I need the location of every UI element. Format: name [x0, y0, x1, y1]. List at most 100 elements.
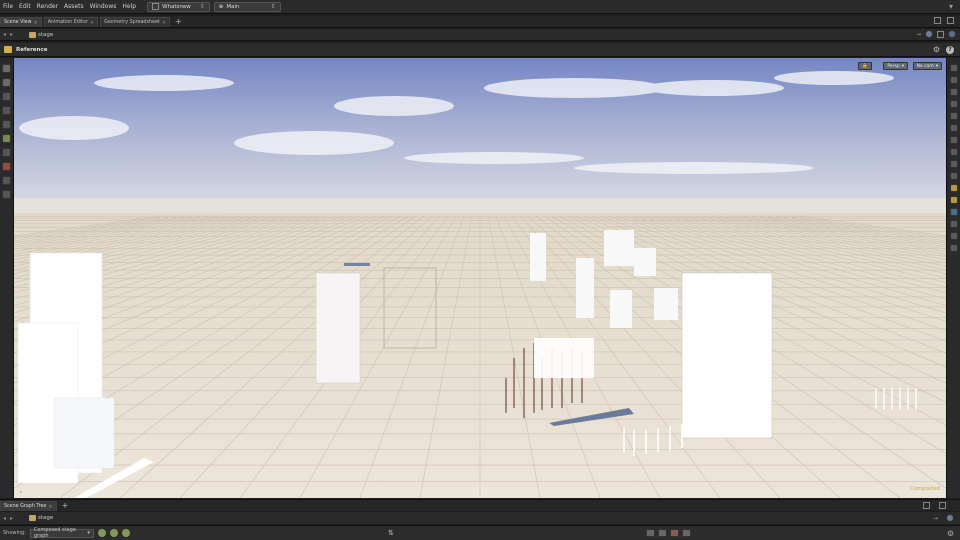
- snap-icon[interactable]: [949, 124, 958, 132]
- link-icon[interactable]: [925, 30, 933, 38]
- rotate-tool-icon[interactable]: [2, 106, 11, 115]
- forward-icon[interactable]: ▸: [10, 31, 13, 38]
- light-tool-icon[interactable]: [2, 190, 11, 199]
- help-icon[interactable]: ?: [946, 46, 954, 54]
- close-icon[interactable]: ×: [34, 20, 38, 26]
- tab-scene-graph-tree[interactable]: Scene Graph Tree ×: [0, 501, 57, 511]
- scene-viewport[interactable]: 🔒 Persp ▾ No cam ▾ ⌞ Composited: [14, 58, 946, 498]
- back-icon[interactable]: ◂: [3, 31, 6, 38]
- pin-icon[interactable]: ⇥: [916, 31, 921, 38]
- pin-view-icon[interactable]: [949, 244, 958, 252]
- close-icon[interactable]: ×: [90, 20, 94, 26]
- collapse-icon[interactable]: [109, 529, 118, 537]
- list-view-icon[interactable]: [658, 529, 667, 537]
- layout-select[interactable]: ⊕ Main ⇕: [213, 1, 281, 12]
- tab-label: Geometry Spreadsheet: [104, 20, 160, 25]
- display-options-icon[interactable]: [949, 64, 958, 72]
- wireframe-icon[interactable]: [949, 112, 958, 120]
- pane-controls: [934, 17, 954, 24]
- sphere-icon[interactable]: [949, 208, 958, 216]
- tab-label: Animation Editor: [47, 20, 88, 25]
- menu-windows[interactable]: Windows: [87, 3, 120, 10]
- handle-tool-icon[interactable]: [2, 148, 11, 157]
- pane-tab-bar: Scene View × Animation Editor × Geometry…: [0, 16, 960, 28]
- collection-view-icon[interactable]: [670, 529, 679, 537]
- background-icon[interactable]: [949, 220, 958, 228]
- showing-label: Showing:: [3, 530, 26, 536]
- guides-icon[interactable]: [949, 232, 958, 240]
- tree-view-icon[interactable]: [646, 529, 655, 537]
- menu-render[interactable]: Render: [34, 3, 61, 10]
- pane-menu-icon[interactable]: [939, 502, 946, 509]
- expand-icon[interactable]: [121, 529, 130, 537]
- menu-file[interactable]: File: [0, 3, 16, 10]
- tab-geometry-spreadsheet[interactable]: Geometry Spreadsheet ×: [100, 17, 171, 27]
- globe-icon[interactable]: [946, 514, 954, 522]
- close-icon[interactable]: ×: [162, 20, 166, 26]
- chevron-down-icon: ▾: [87, 530, 90, 536]
- lookdev-icon[interactable]: [949, 196, 958, 204]
- gear-icon[interactable]: ⚙: [947, 529, 954, 538]
- light-icon[interactable]: [949, 136, 958, 144]
- filter-icon[interactable]: [97, 529, 106, 537]
- bulb-icon[interactable]: [949, 148, 958, 156]
- back-icon[interactable]: ◂: [3, 515, 6, 522]
- grid-icon[interactable]: [949, 100, 958, 108]
- chevron-down-icon: ▾: [901, 63, 904, 69]
- close-icon[interactable]: ×: [48, 504, 52, 510]
- network-path-bar: ◂ ▸ stage ⇥: [0, 29, 960, 41]
- layout-icon: ⊕: [218, 3, 224, 10]
- path-node[interactable]: stage: [29, 31, 54, 38]
- pane-menu-icon[interactable]: [947, 17, 954, 24]
- menu-assets[interactable]: Assets: [61, 3, 87, 10]
- split-icon[interactable]: [937, 30, 944, 38]
- gear-icon[interactable]: ⚙: [933, 46, 940, 54]
- add-tab-icon[interactable]: +: [172, 17, 185, 27]
- maximize-pane-icon[interactable]: [923, 502, 930, 509]
- pose-tool-icon[interactable]: [2, 134, 11, 143]
- menu-edit[interactable]: Edit: [16, 3, 34, 10]
- path-node-label: stage: [38, 31, 54, 38]
- shading-icon[interactable]: [949, 88, 958, 96]
- path-node[interactable]: stage: [29, 515, 53, 521]
- tab-label: Scene View: [4, 20, 32, 25]
- desktop-select[interactable]: Whatsnew ⇕: [147, 1, 210, 12]
- globe-icon[interactable]: [948, 30, 956, 38]
- view-tool-icon[interactable]: [2, 176, 11, 185]
- frame-icon[interactable]: [949, 172, 958, 180]
- persp-menu-button[interactable]: Persp ▾: [883, 62, 908, 70]
- path-node-label: stage: [38, 515, 54, 521]
- scale-tool-icon[interactable]: [2, 120, 11, 129]
- showing-mode-select[interactable]: Composed stage graph ▾: [29, 527, 94, 539]
- camera-menu-button[interactable]: No cam ▾: [912, 62, 942, 70]
- viewer-header: Reference ⚙ ?: [0, 43, 960, 57]
- chevron-updown-icon: ⇕: [199, 3, 205, 10]
- window-menu-icon[interactable]: ▾: [946, 2, 956, 12]
- camera-view-icon[interactable]: [949, 76, 958, 84]
- viewer-title: Reference: [16, 46, 48, 53]
- layer-view-icon[interactable]: [682, 529, 691, 537]
- building-left-tall: [17, 252, 115, 484]
- maximize-pane-icon[interactable]: [934, 17, 941, 24]
- forward-icon[interactable]: ▸: [10, 515, 13, 522]
- chevron-down-icon: ▾: [935, 63, 938, 69]
- desktop-icon: [152, 3, 160, 10]
- magnet-icon[interactable]: [2, 162, 11, 171]
- transform-tool-icon[interactable]: [2, 92, 11, 101]
- select-tool-icon[interactable]: [2, 64, 11, 73]
- home-icon[interactable]: [949, 160, 958, 168]
- pin-icon[interactable]: ⇥: [933, 515, 938, 522]
- stage-node-icon: [29, 515, 37, 521]
- menu-help[interactable]: Help: [119, 3, 139, 10]
- lock-icon[interactable]: [2, 78, 11, 87]
- sliders-icon[interactable]: ⇅: [388, 529, 394, 537]
- tab-scene-view[interactable]: Scene View ×: [0, 17, 42, 27]
- building-left-mid: [315, 272, 361, 384]
- camera-label: No cam: [916, 63, 934, 69]
- tab-animation-editor[interactable]: Animation Editor ×: [43, 17, 99, 27]
- persp-label: Persp: [887, 63, 900, 69]
- lock-camera-button[interactable]: 🔒: [858, 62, 872, 70]
- add-tab-icon[interactable]: +: [59, 501, 72, 511]
- path-controls: ⇥: [916, 30, 956, 38]
- render-icon[interactable]: [949, 184, 958, 192]
